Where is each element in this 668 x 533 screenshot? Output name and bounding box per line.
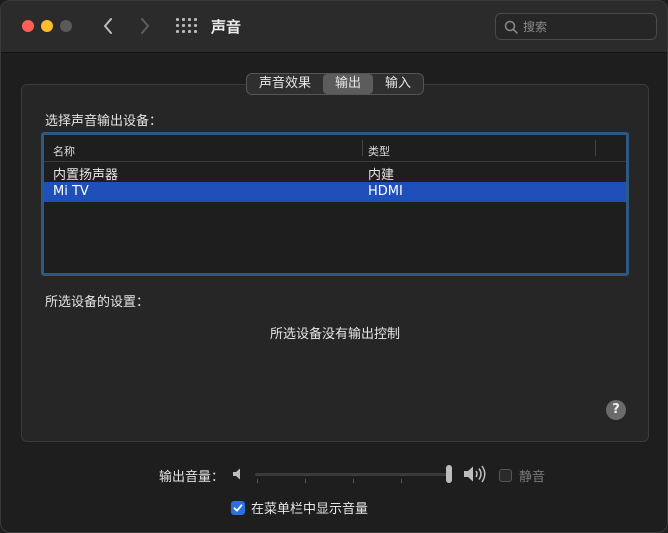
close-button[interactable] (22, 20, 34, 32)
back-button[interactable] (97, 15, 119, 37)
select-device-label: 选择声音输出设备： (45, 114, 163, 129)
slider-tick (257, 479, 258, 483)
device-type: 内建 (368, 168, 395, 183)
tab-input[interactable]: 输入 (373, 74, 423, 94)
device-name: Mi TV (53, 184, 89, 199)
column-header-type[interactable]: 类型 (368, 143, 390, 159)
volume-slider[interactable] (255, 464, 455, 484)
tab-sound-effects[interactable]: 声音效果 (247, 74, 323, 94)
table-row[interactable]: 内置扬声器 内建 (44, 162, 626, 183)
search-field[interactable] (495, 13, 657, 40)
speaker-low-icon (232, 467, 244, 485)
device-settings-label: 所选设备的设置： (45, 295, 150, 310)
slider-tick (353, 479, 354, 483)
search-icon (504, 20, 518, 34)
slider-track (255, 473, 451, 476)
device-table: 名称 类型 内置扬声器 内建 Mi TV HDMI (41, 132, 629, 276)
output-volume-label: 输出音量： (159, 470, 225, 485)
checkmark-icon (233, 503, 243, 512)
checkbox-box[interactable] (499, 469, 512, 482)
chevron-right-icon (141, 18, 149, 34)
device-type: HDMI (368, 184, 403, 199)
speaker-high-icon (463, 465, 487, 487)
zoom-button[interactable] (60, 20, 72, 32)
column-header-name[interactable]: 名称 (53, 143, 75, 159)
checkbox-box[interactable] (231, 500, 245, 515)
column-divider (595, 140, 596, 156)
search-input[interactable] (523, 19, 643, 34)
window-title: 声音 (211, 18, 242, 36)
tab-bar: 声音效果 输出 输入 (246, 73, 425, 95)
slider-tick (401, 479, 402, 483)
mute-checkbox[interactable]: 静音 (499, 466, 545, 485)
slider-thumb[interactable] (446, 465, 452, 483)
tab-output[interactable]: 输出 (323, 74, 374, 94)
output-panel: 选择声音输出设备： 名称 类型 内置扬声器 内建 Mi TV HDMI 所选设备… (21, 84, 649, 442)
titlebar: 声音 (1, 1, 667, 53)
show-volume-in-menubar-checkbox[interactable]: 在菜单栏中显示音量 (231, 498, 368, 517)
sound-preferences-window: 声音 声音效果 输出 输入 选择声音输出设备： 名称 类型 内置扬声器 内建 (0, 0, 668, 533)
mute-label: 静音 (519, 470, 546, 485)
help-button[interactable]: ? (606, 400, 626, 420)
show-all-grid-button[interactable] (176, 18, 197, 34)
no-output-control-message: 所选设备没有输出控制 (269, 327, 400, 342)
minimize-button[interactable] (41, 20, 53, 32)
device-name: 内置扬声器 (53, 168, 119, 183)
table-row[interactable]: Mi TV HDMI (44, 182, 626, 202)
column-divider (362, 140, 363, 156)
chevron-left-icon (104, 18, 112, 34)
table-header: 名称 类型 (44, 135, 626, 162)
forward-button[interactable] (134, 15, 156, 37)
slider-tick (305, 479, 306, 483)
show-volume-label: 在菜单栏中显示音量 (251, 502, 369, 517)
